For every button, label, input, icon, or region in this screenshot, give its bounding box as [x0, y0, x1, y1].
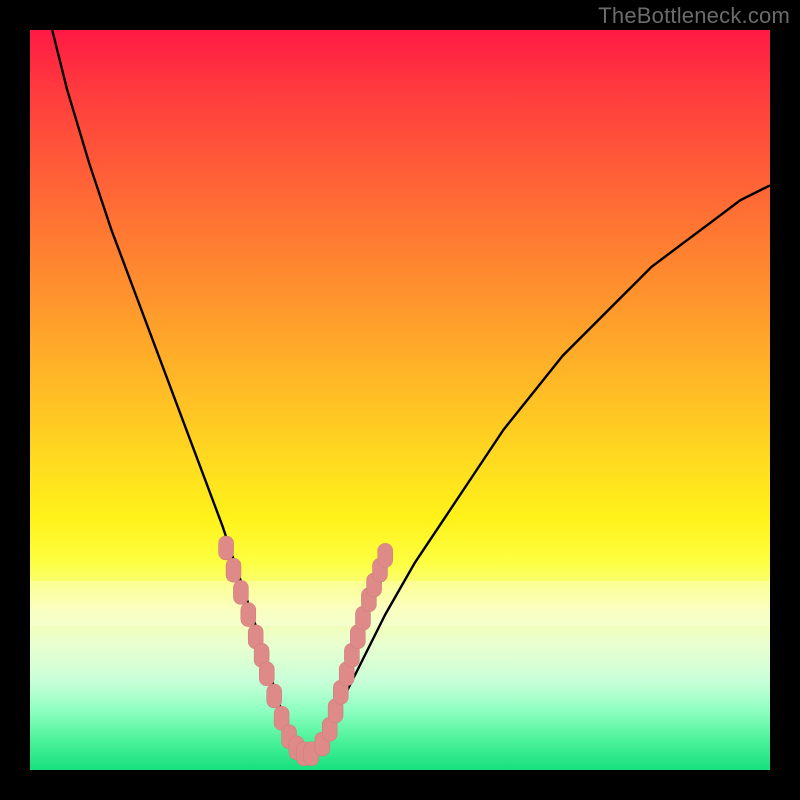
bottleneck-curve	[52, 30, 770, 755]
marker-point	[226, 558, 241, 582]
marker-point	[259, 662, 274, 686]
watermark-text: TheBottleneck.com	[598, 3, 790, 29]
marker-point	[378, 543, 393, 567]
marker-point	[233, 580, 248, 604]
chart-svg	[30, 30, 770, 770]
marker-point	[241, 603, 256, 627]
chart-frame: TheBottleneck.com	[0, 0, 800, 800]
plot-area	[30, 30, 770, 770]
marker-point	[267, 684, 282, 708]
marker-point	[219, 536, 234, 560]
